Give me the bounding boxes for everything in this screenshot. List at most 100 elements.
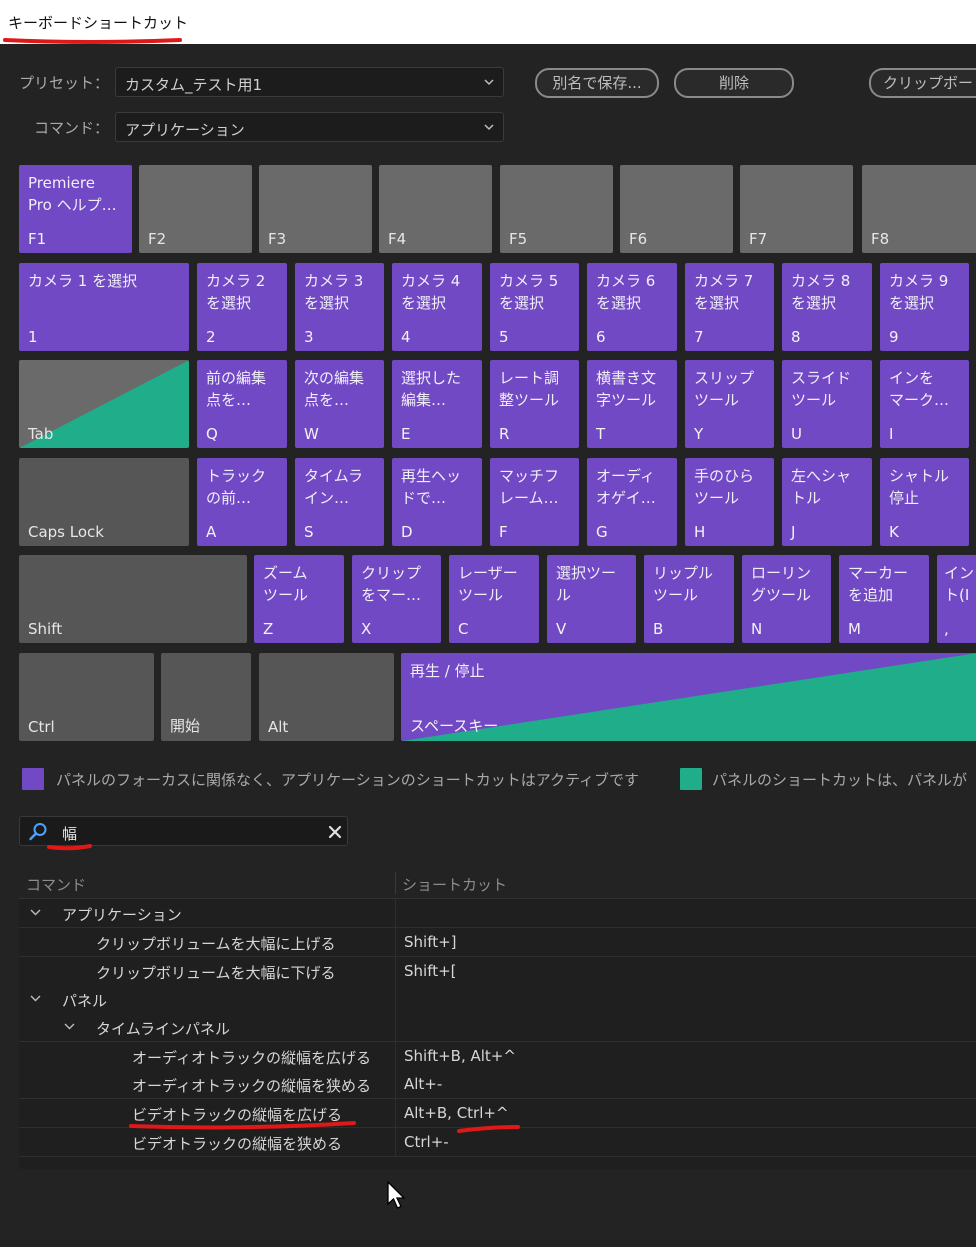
key-3[interactable]: カメラ 3 を選択 3 xyxy=(295,263,384,351)
column-header-command[interactable]: コマンド xyxy=(26,874,86,895)
row-divider xyxy=(395,957,396,985)
row-shortcut[interactable]: Shift+] xyxy=(404,933,457,951)
key-start[interactable]: 開始 xyxy=(161,653,251,741)
clipboard-button[interactable]: クリップボー xyxy=(869,68,976,98)
key-command: マッチフ レーム… xyxy=(499,467,560,507)
key-q[interactable]: 前の編集 点を… Q xyxy=(197,360,287,448)
key-s[interactable]: タイムラ イン… S xyxy=(295,458,384,546)
key-tab[interactable]: Tab xyxy=(19,360,189,448)
key-e[interactable]: 選択した 編集… E xyxy=(392,360,482,448)
key-u[interactable]: スライド ツール U xyxy=(782,360,872,448)
key-f1[interactable]: Premiere Pro ヘルプ… F1 xyxy=(19,165,132,253)
table-row-group[interactable]: アプリケーション xyxy=(19,899,976,928)
column-header-shortcut[interactable]: ショートカット xyxy=(402,874,507,895)
chevron-down-icon[interactable] xyxy=(64,1021,75,1032)
key-cap: , xyxy=(944,620,949,638)
key-f2[interactable]: F2 xyxy=(139,165,252,253)
table-row[interactable]: オーディオトラックの縦幅を広げる Shift+B, Alt+^ xyxy=(19,1042,976,1071)
key-k[interactable]: シャトル 停止 K xyxy=(880,458,969,546)
key-y[interactable]: スリップ ツール Y xyxy=(685,360,774,448)
row-shortcut[interactable]: Shift+[ xyxy=(404,962,457,980)
row-shortcut[interactable]: Ctrl+- xyxy=(404,1133,449,1151)
key-cap: Z xyxy=(263,620,274,638)
key-w[interactable]: 次の編集 点を… W xyxy=(295,360,384,448)
key-i[interactable]: インを マーク… I xyxy=(880,360,969,448)
key-x[interactable]: クリップ をマー… X xyxy=(352,555,441,643)
row-shortcut[interactable]: Alt+- xyxy=(404,1075,442,1093)
row-shortcut[interactable]: Alt+B, Ctrl+^ xyxy=(404,1104,509,1122)
search-input[interactable]: 幅 xyxy=(62,823,77,844)
key-caps-lock[interactable]: Caps Lock xyxy=(19,458,189,546)
key-r[interactable]: レート調 整ツール R xyxy=(490,360,579,448)
key-j[interactable]: 左へシャ トル J xyxy=(782,458,872,546)
key-1[interactable]: カメラ 1 を選択 1 xyxy=(19,263,189,351)
chevron-down-icon[interactable] xyxy=(30,907,41,918)
row-shortcut[interactable]: Shift+B, Alt+^ xyxy=(404,1047,516,1065)
key-6[interactable]: カメラ 6 を選択 6 xyxy=(587,263,677,351)
row-divider xyxy=(395,928,396,956)
key-f6[interactable]: F6 xyxy=(620,165,733,253)
key-cap: F7 xyxy=(749,230,768,248)
key-ctrl[interactable]: Ctrl xyxy=(19,653,154,741)
key-cap: X xyxy=(361,620,372,638)
key-4[interactable]: カメラ 4 を選択 4 xyxy=(392,263,482,351)
table-row-group[interactable]: パネル xyxy=(19,985,976,1014)
key-cap: U xyxy=(791,425,802,443)
key-f3[interactable]: F3 xyxy=(259,165,372,253)
close-icon[interactable] xyxy=(328,825,342,839)
key-8[interactable]: カメラ 8 を選択 8 xyxy=(782,263,872,351)
key-cap: Q xyxy=(206,425,218,443)
key-v[interactable]: 選択ツー ル V xyxy=(547,555,636,643)
key-t[interactable]: 横書き文 字ツール T xyxy=(587,360,677,448)
key-a[interactable]: トラック の前… A xyxy=(197,458,287,546)
key-z[interactable]: ズーム ツール Z xyxy=(254,555,344,643)
key-b[interactable]: リップル ツール B xyxy=(644,555,734,643)
command-select[interactable]: アプリケーション xyxy=(115,112,504,142)
table-row-group[interactable]: タイムラインパネル xyxy=(19,1013,976,1042)
key-shift[interactable]: Shift xyxy=(19,555,247,643)
chevron-down-icon[interactable] xyxy=(30,993,41,1004)
key-command: スリップ ツール xyxy=(694,369,755,409)
key-f[interactable]: マッチフ レーム… F xyxy=(490,458,579,546)
key-n[interactable]: ローリン グツール N xyxy=(742,555,831,643)
table-row[interactable]: ビデオトラックの縦幅を狭める Ctrl+- xyxy=(19,1128,976,1157)
key-f8[interactable]: F8 xyxy=(862,165,976,253)
save-as-button[interactable]: 別名で保存... xyxy=(535,68,659,98)
chevron-down-icon xyxy=(484,124,494,131)
row-divider xyxy=(395,985,396,1013)
table-row[interactable]: クリップボリュームを大幅に下げる Shift+[ xyxy=(19,957,976,986)
key-d[interactable]: 再生ヘッ ドで… D xyxy=(392,458,482,546)
key-cap: 5 xyxy=(499,328,509,346)
table-row[interactable]: オーディオトラックの縦幅を狭める Alt+- xyxy=(19,1070,976,1099)
row-command: アプリケーション xyxy=(62,906,182,924)
key-space[interactable]: 再生 / 停止 スペースキー xyxy=(401,653,976,741)
key-c[interactable]: レーザー ツール C xyxy=(449,555,539,643)
row-divider xyxy=(395,1042,396,1070)
key-command: 再生ヘッ ドで… xyxy=(401,467,462,507)
key-g[interactable]: オーディ オゲイ… G xyxy=(587,458,677,546)
key-7[interactable]: カメラ 7 を選択 7 xyxy=(685,263,774,351)
key-command: カメラ 9 を選択 xyxy=(889,272,949,312)
preset-select[interactable]: カスタム_テスト用1 xyxy=(115,67,504,97)
key-command: スライド ツール xyxy=(791,369,852,409)
key-9[interactable]: カメラ 9 を選択 9 xyxy=(880,263,969,351)
key-f4[interactable]: F4 xyxy=(379,165,492,253)
key-command: オーディ オゲイ… xyxy=(596,467,656,507)
key-command: 選択ツー ル xyxy=(556,564,617,604)
table-footer xyxy=(19,1157,976,1169)
key-m[interactable]: マーカー を追加 M xyxy=(839,555,929,643)
key-2[interactable]: カメラ 2 を選択 2 xyxy=(197,263,287,351)
key-comma[interactable]: イン ト(I, xyxy=(937,555,976,643)
search-field[interactable]: 幅 xyxy=(19,816,348,846)
table-row[interactable]: ビデオトラックの縦幅を広げる Alt+B, Ctrl+^ xyxy=(19,1099,976,1128)
key-f5[interactable]: F5 xyxy=(500,165,613,253)
column-divider[interactable] xyxy=(395,872,396,894)
key-h[interactable]: 手のひら ツール H xyxy=(685,458,774,546)
delete-button[interactable]: 削除 xyxy=(674,68,794,98)
key-5[interactable]: カメラ 5 を選択 5 xyxy=(490,263,579,351)
key-alt[interactable]: Alt xyxy=(259,653,394,741)
key-cap: V xyxy=(556,620,567,638)
table-row[interactable]: クリップボリュームを大幅に上げる Shift+] xyxy=(19,928,976,957)
key-f7[interactable]: F7 xyxy=(740,165,853,253)
title-bar: キーボードショートカット xyxy=(0,0,976,44)
